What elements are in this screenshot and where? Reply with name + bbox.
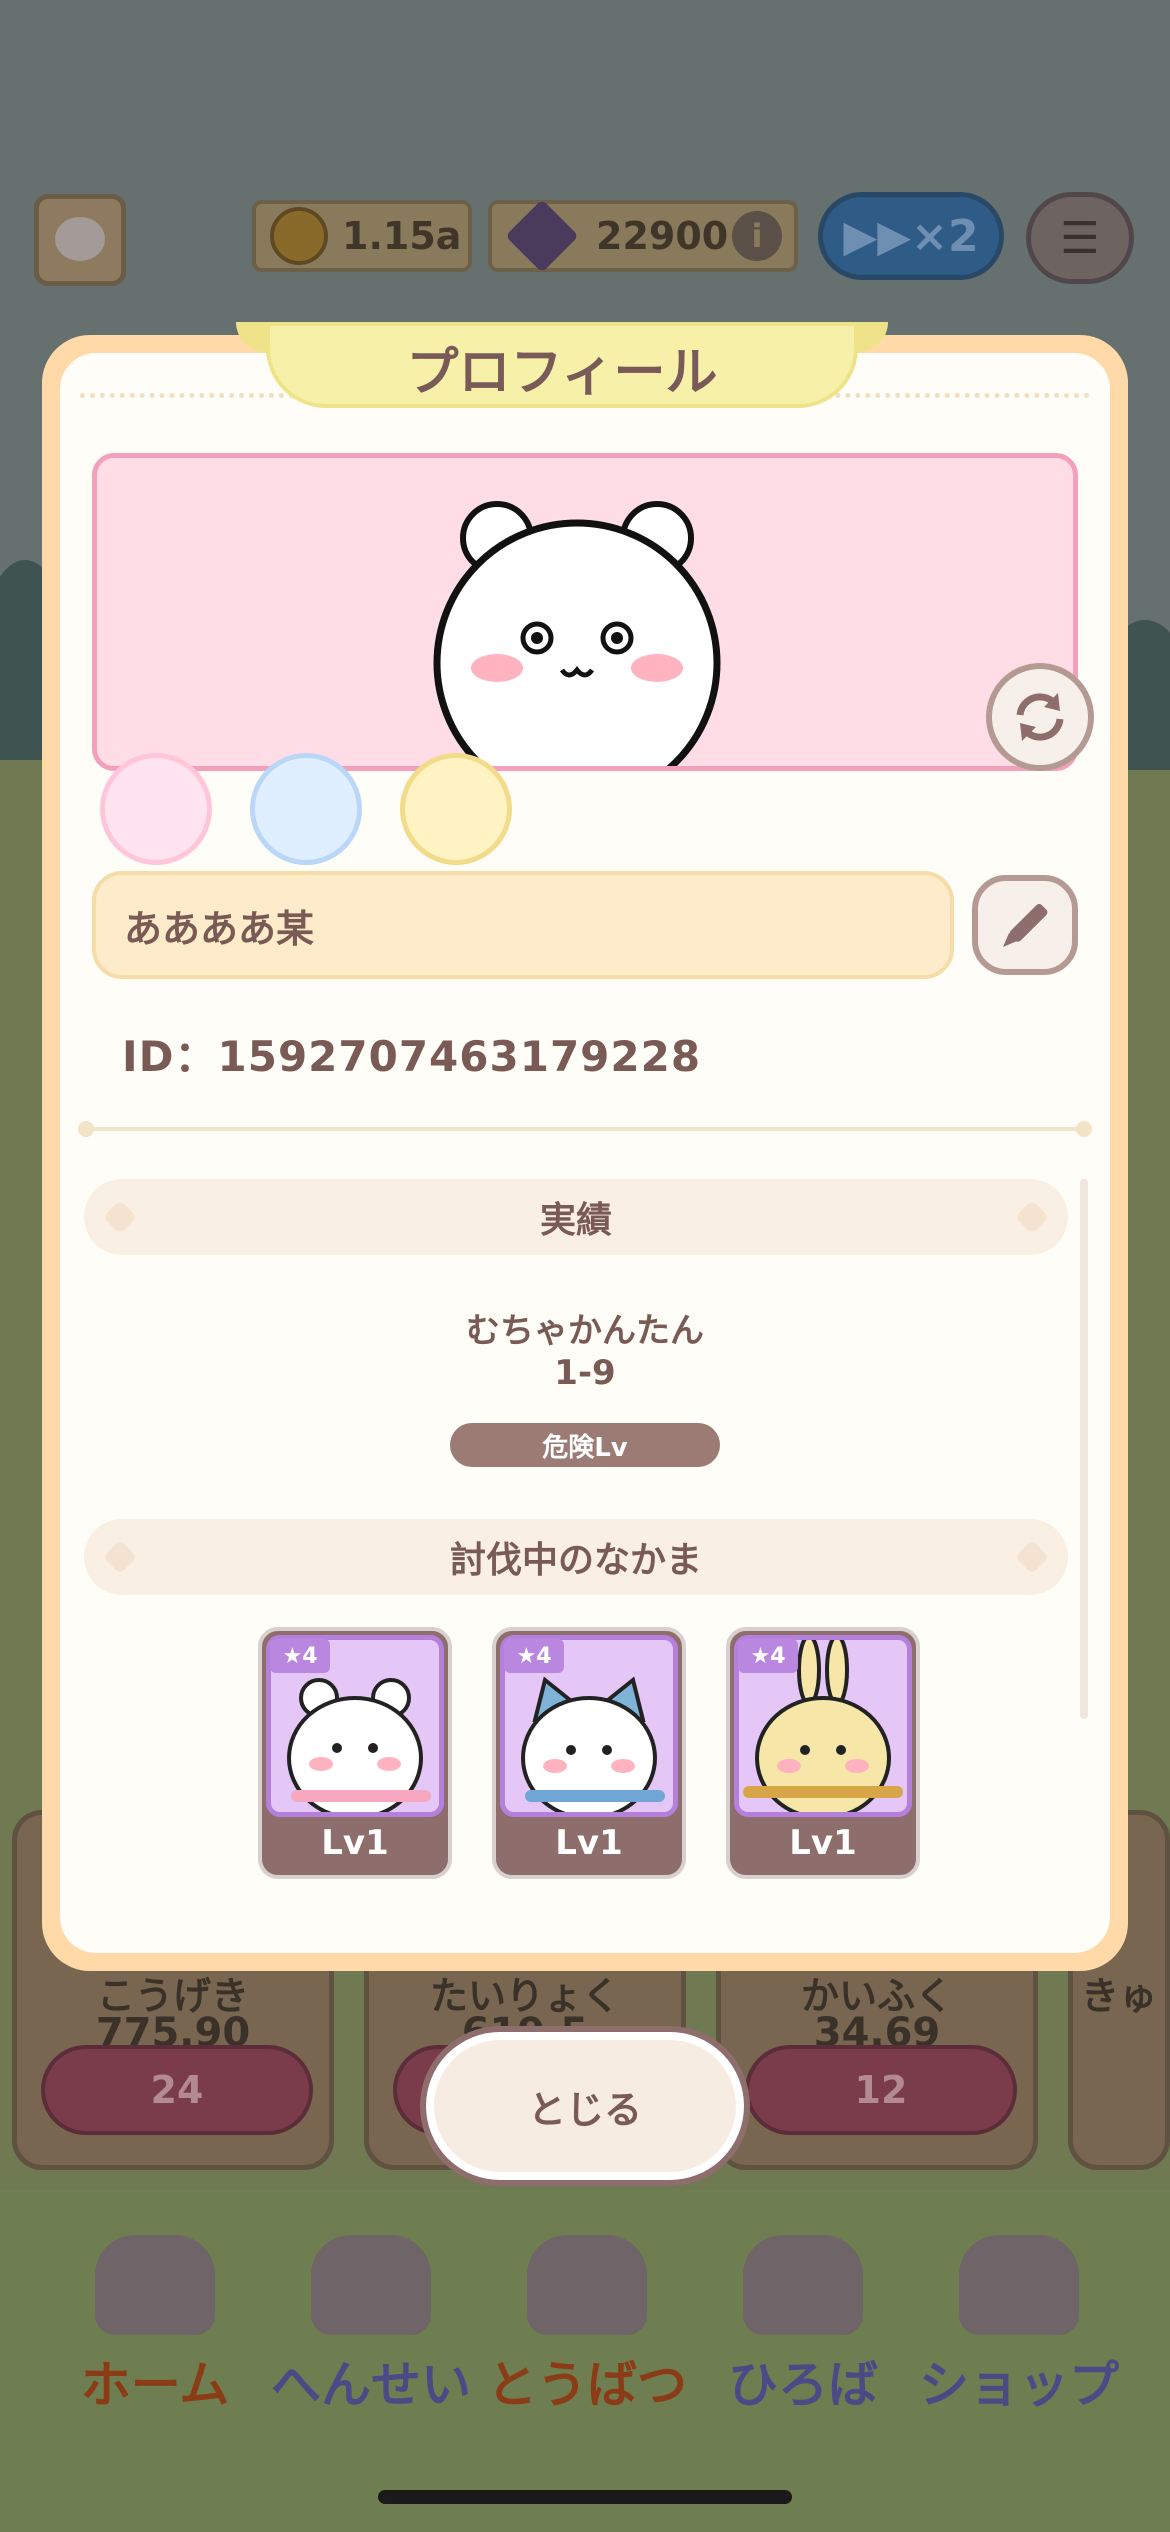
modal-title-banner: プロフィール xyxy=(236,322,888,408)
nav-plaza[interactable]: ひろば xyxy=(698,2195,908,2435)
battle-icon xyxy=(527,2235,647,2335)
card-level: Lv1 xyxy=(555,1823,623,1863)
nav-plaza-label: ひろば xyxy=(728,2356,878,2414)
character-display xyxy=(92,453,1078,771)
character-select-blue-cat[interactable] xyxy=(250,753,362,865)
modal-title: プロフィール xyxy=(406,343,718,403)
gem-icon xyxy=(505,199,579,273)
edit-name-button[interactable] xyxy=(972,875,1078,975)
pencil-icon xyxy=(1003,904,1048,947)
clover-icon xyxy=(1015,1200,1049,1234)
card-level: Lv1 xyxy=(789,1823,857,1863)
coin-value: 1.15a xyxy=(342,214,462,258)
nav-formation-label: へんせい xyxy=(271,2356,471,2414)
party-title: 討伐中のなかま xyxy=(449,1540,702,1581)
clover-icon xyxy=(1015,1540,1049,1574)
house-icon xyxy=(95,2235,215,2335)
player-name-field[interactable]: ああああ某 xyxy=(92,871,954,979)
menu-button[interactable]: ☰ xyxy=(1026,192,1134,284)
party-header: 討伐中のなかま xyxy=(84,1519,1068,1595)
nav-subjugation[interactable]: とうばつ xyxy=(482,2195,692,2435)
nav-home[interactable]: ホーム xyxy=(50,2195,260,2435)
refresh-button[interactable] xyxy=(986,663,1094,771)
info-icon[interactable]: i xyxy=(732,211,782,261)
upgrade-cost: 24 xyxy=(150,2068,204,2112)
refresh-icon xyxy=(1016,693,1064,741)
nav-subjugation-label: とうばつ xyxy=(487,2356,687,2414)
stage-label: 1-9 xyxy=(554,1353,616,1393)
card-level: Lv1 xyxy=(321,1823,389,1863)
top-bar: 1.15a 22900 i ▶▶×2 ☰ xyxy=(0,192,1170,302)
nav-shop-label: ショップ xyxy=(919,2356,1119,2414)
profile-modal: ああああ某 ID：1592707463179228 実績 むちゃかんたん 1-9… xyxy=(42,335,1128,1971)
achievements-title: 実績 xyxy=(539,1200,612,1241)
profile-modal-body: ああああ某 ID：1592707463179228 実績 むちゃかんたん 1-9… xyxy=(60,353,1110,1953)
character-select-white-bear[interactable] xyxy=(100,753,212,865)
clover-icon xyxy=(103,1540,137,1574)
divider xyxy=(78,1121,1092,1137)
bottom-nav: ホーム へんせい とうばつ ひろば ショップ xyxy=(0,2195,1170,2455)
upgrade-cost: 12 xyxy=(854,2068,908,2112)
main-character-icon xyxy=(433,501,721,766)
party-member-card[interactable]: ★ 4 Lv1 xyxy=(492,1627,686,1879)
stat-name: きゅ xyxy=(1080,1974,1157,2018)
party-member-card[interactable]: ★ 4 Lv1 xyxy=(258,1627,452,1879)
difficulty-label: むちゃかんたん xyxy=(466,1311,704,1351)
coin-icon xyxy=(270,207,328,265)
upgrade-button[interactable]: 24 xyxy=(41,2045,313,2135)
nav-formation[interactable]: へんせい xyxy=(266,2195,476,2435)
nav-home-label: ホーム xyxy=(80,2356,230,2414)
close-button[interactable]: とじる xyxy=(420,2026,750,2186)
nav-shop[interactable]: ショップ xyxy=(914,2195,1124,2435)
signpost-icon xyxy=(743,2235,863,2335)
characters-icon xyxy=(311,2235,431,2335)
star-rank: ★ 4 xyxy=(270,1639,330,1673)
danger-level-badge: 危険Lv xyxy=(450,1423,720,1467)
achievements-header: 実績 xyxy=(84,1179,1068,1255)
gem-counter: 22900 i xyxy=(488,199,798,273)
list-icon: ☰ xyxy=(1060,212,1100,264)
avatar-face-icon xyxy=(55,217,105,261)
profile-avatar-button[interactable] xyxy=(34,194,126,286)
star-rank: ★ 4 xyxy=(738,1639,798,1673)
speed-toggle-button[interactable]: ▶▶×2 xyxy=(818,192,1004,280)
character-select-yellow-rabbit[interactable] xyxy=(400,753,512,865)
upgrade-button[interactable]: 12 xyxy=(745,2045,1017,2135)
party-member-card[interactable]: ★ 4 Lv1 xyxy=(726,1627,920,1879)
player-id: ID：1592707463179228 xyxy=(122,1032,702,1081)
coin-counter: 1.15a xyxy=(252,200,472,272)
scrollbar[interactable] xyxy=(1080,1179,1088,1719)
gem-value: 22900 xyxy=(596,214,729,258)
star-rank: ★ 4 xyxy=(504,1639,564,1673)
shop-icon xyxy=(959,2235,1079,2335)
home-indicator[interactable] xyxy=(378,2490,792,2504)
clover-icon xyxy=(103,1200,137,1234)
